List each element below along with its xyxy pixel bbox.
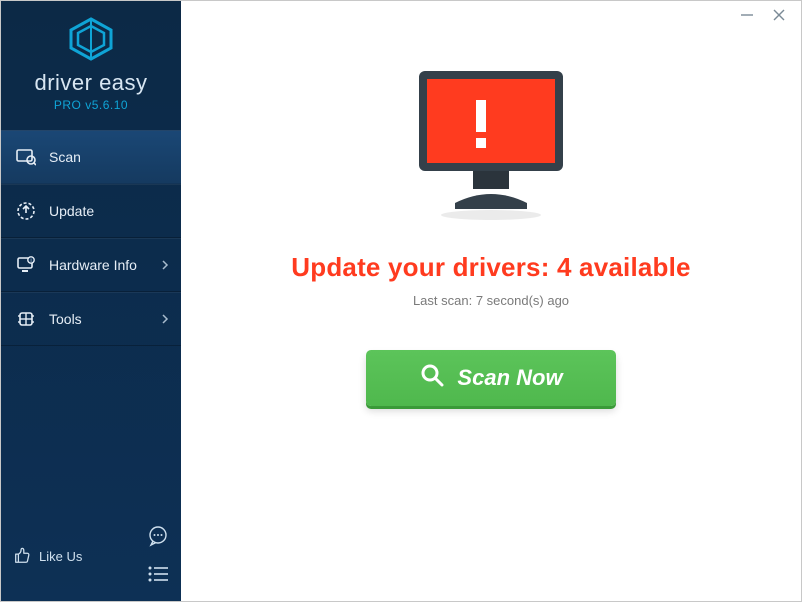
chevron-right-icon bbox=[162, 257, 169, 273]
menu-list-icon[interactable] bbox=[147, 566, 169, 587]
scan-now-button[interactable]: Scan Now bbox=[366, 350, 616, 406]
feedback-icon[interactable] bbox=[147, 525, 169, 552]
main-panel: Update your drivers: 4 available Last sc… bbox=[181, 1, 801, 601]
svg-text:i: i bbox=[30, 258, 31, 264]
sidebar: driver easy PRO v5.6.10 Scan bbox=[1, 1, 181, 601]
sidebar-item-label: Tools bbox=[49, 311, 82, 327]
thumbs-up-icon bbox=[13, 546, 31, 567]
chevron-right-icon bbox=[162, 311, 169, 327]
app-logo-icon bbox=[67, 17, 115, 66]
tools-icon bbox=[15, 309, 37, 329]
sidebar-item-label: Hardware Info bbox=[49, 257, 137, 273]
window-titlebar bbox=[181, 1, 801, 29]
last-scan-text: Last scan: 7 second(s) ago bbox=[413, 293, 569, 308]
hardware-info-icon: i bbox=[15, 255, 37, 275]
like-us-label: Like Us bbox=[39, 549, 82, 564]
sidebar-item-update[interactable]: Update bbox=[1, 184, 181, 238]
brand-version: PRO v5.6.10 bbox=[54, 98, 128, 112]
brand-block: driver easy PRO v5.6.10 bbox=[1, 1, 181, 130]
sidebar-item-hardware-info[interactable]: i Hardware Info bbox=[1, 238, 181, 292]
brand-name: driver easy bbox=[34, 70, 147, 96]
sidebar-item-tools[interactable]: Tools bbox=[1, 292, 181, 346]
close-button[interactable] bbox=[771, 7, 787, 23]
search-icon bbox=[419, 362, 445, 394]
monitor-alert-illustration bbox=[401, 65, 581, 226]
app-window: driver easy PRO v5.6.10 Scan bbox=[0, 0, 802, 602]
sidebar-item-label: Update bbox=[49, 203, 94, 219]
minimize-button[interactable] bbox=[739, 7, 755, 23]
content-area: Update your drivers: 4 available Last sc… bbox=[181, 29, 801, 601]
sidebar-bottom: Like Us bbox=[1, 515, 181, 601]
scan-now-label: Scan Now bbox=[457, 365, 562, 391]
like-us-button[interactable]: Like Us bbox=[13, 546, 82, 567]
scan-icon bbox=[15, 147, 37, 167]
sidebar-nav: Scan Update i bbox=[1, 130, 181, 346]
headline-text: Update your drivers: 4 available bbox=[291, 252, 690, 283]
update-icon bbox=[15, 201, 37, 221]
sidebar-item-scan[interactable]: Scan bbox=[1, 130, 181, 184]
sidebar-item-label: Scan bbox=[49, 149, 81, 165]
